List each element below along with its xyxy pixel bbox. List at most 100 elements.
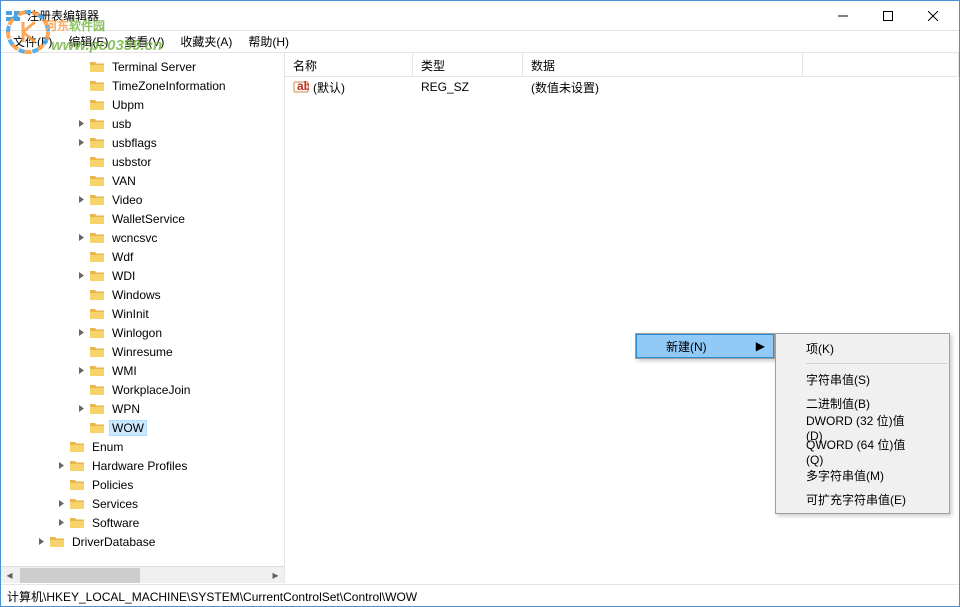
tree-item[interactable]: Winresume (1, 342, 284, 361)
folder-icon (69, 440, 85, 454)
scroll-thumb[interactable] (20, 568, 140, 583)
folder-icon (89, 212, 105, 226)
tree-item-label: WPN (109, 401, 143, 417)
expand-icon[interactable] (55, 498, 67, 510)
status-path: 计算机\HKEY_LOCAL_MACHINE\SYSTEM\CurrentCon… (7, 590, 417, 604)
tree-item[interactable]: Enum (1, 437, 284, 456)
menu-edit[interactable]: 编辑(E) (60, 31, 116, 52)
list-header: 名称 类型 数据 (285, 53, 959, 77)
folder-icon (89, 117, 105, 131)
ctx-key[interactable]: 项(K) (776, 336, 949, 360)
tree-item-label: usbstor (109, 154, 154, 170)
ctx-qword[interactable]: QWORD (64 位)值(Q) (776, 439, 949, 463)
value-type: REG_SZ (413, 78, 523, 96)
tree-item[interactable]: WinInit (1, 304, 284, 323)
tree-item-label: Ubpm (109, 97, 147, 113)
folder-icon (89, 402, 105, 416)
tree-item-label: WalletService (109, 211, 188, 227)
ctx-new[interactable]: 新建(N) ▶ (636, 334, 774, 358)
main-area: Terminal ServerTimeZoneInformationUbpmus… (1, 53, 959, 583)
tree-hscrollbar[interactable]: ◂ ▸ (1, 566, 284, 583)
menu-help[interactable]: 帮助(H) (240, 31, 297, 52)
tree-item[interactable]: Terminal Server (1, 57, 284, 76)
tree-item[interactable]: WorkplaceJoin (1, 380, 284, 399)
ctx-string[interactable]: 字符串值(S) (776, 367, 949, 391)
tree-item[interactable]: WDI (1, 266, 284, 285)
folder-icon (89, 307, 105, 321)
tree-item[interactable]: usbflags (1, 133, 284, 152)
folder-icon (89, 231, 105, 245)
list-row[interactable]: ab (默认) REG_SZ (数值未设置) (285, 77, 959, 97)
expand-icon[interactable] (35, 536, 47, 548)
col-data[interactable]: 数据 (523, 53, 803, 76)
scroll-right-icon[interactable]: ▸ (267, 567, 284, 583)
expand-icon[interactable] (75, 232, 87, 244)
tree-item[interactable]: WalletService (1, 209, 284, 228)
tree-item[interactable]: Windows (1, 285, 284, 304)
tree-item[interactable]: Hardware Profiles (1, 456, 284, 475)
menu-favorites[interactable]: 收藏夹(A) (172, 31, 240, 52)
col-name[interactable]: 名称 (285, 53, 413, 76)
tree-item[interactable]: WPN (1, 399, 284, 418)
ctx-separator (806, 363, 947, 364)
tree-item[interactable]: WMI (1, 361, 284, 380)
tree-item-label: VAN (109, 173, 139, 189)
expand-icon[interactable] (75, 137, 87, 149)
expand-icon[interactable] (75, 327, 87, 339)
menubar: 文件(F) 编辑(E) 查看(V) 收藏夹(A) 帮助(H) (1, 31, 959, 53)
ctx-multi[interactable]: 多字符串值(M) (776, 463, 949, 487)
folder-icon (89, 421, 105, 435)
tree-item[interactable]: VAN (1, 171, 284, 190)
statusbar: 计算机\HKEY_LOCAL_MACHINE\SYSTEM\CurrentCon… (1, 584, 959, 606)
menu-view[interactable]: 查看(V) (116, 31, 172, 52)
expand-icon[interactable] (55, 517, 67, 529)
folder-icon (89, 364, 105, 378)
expand-icon[interactable] (75, 270, 87, 282)
tree-item-label: WinInit (109, 306, 152, 322)
folder-icon (69, 459, 85, 473)
folder-icon (69, 497, 85, 511)
expand-icon[interactable] (55, 460, 67, 472)
folder-icon (89, 136, 105, 150)
tree-item[interactable]: wcncsvc (1, 228, 284, 247)
tree-item[interactable]: TimeZoneInformation (1, 76, 284, 95)
minimize-button[interactable] (820, 2, 865, 30)
tree-item[interactable]: Winlogon (1, 323, 284, 342)
tree-item[interactable]: Wdf (1, 247, 284, 266)
maximize-button[interactable] (865, 2, 910, 30)
tree-item[interactable]: usbstor (1, 152, 284, 171)
tree-item-label: Video (109, 192, 145, 208)
tree-item-label: Software (89, 515, 142, 531)
tree-scroll[interactable]: Terminal ServerTimeZoneInformationUbpmus… (1, 53, 284, 565)
ctx-expand[interactable]: 可扩充字符串值(E) (776, 487, 949, 511)
tree-item-label: Policies (89, 477, 136, 493)
tree-item[interactable]: DriverDatabase (1, 532, 284, 551)
folder-icon (89, 269, 105, 283)
tree-item[interactable]: Software (1, 513, 284, 532)
list-panel: 名称 类型 数据 ab (默认) REG_SZ (数值未设置) 新建(N) ▶ (285, 53, 959, 583)
tree-item[interactable]: WOW (1, 418, 284, 437)
close-button[interactable] (910, 2, 955, 30)
list-body[interactable]: ab (默认) REG_SZ (数值未设置) (285, 77, 959, 97)
folder-icon (89, 174, 105, 188)
tree-item[interactable]: Policies (1, 475, 284, 494)
expand-icon[interactable] (75, 194, 87, 206)
tree-panel: Terminal ServerTimeZoneInformationUbpmus… (1, 53, 285, 583)
folder-icon (89, 345, 105, 359)
tree-item[interactable]: usb (1, 114, 284, 133)
tree-item-label: usbflags (109, 135, 160, 151)
tree-item[interactable]: Ubpm (1, 95, 284, 114)
menu-file[interactable]: 文件(F) (5, 31, 60, 52)
scroll-left-icon[interactable]: ◂ (1, 567, 18, 583)
folder-icon (89, 250, 105, 264)
expand-icon[interactable] (75, 403, 87, 415)
col-type[interactable]: 类型 (413, 53, 523, 76)
expand-icon[interactable] (75, 365, 87, 377)
tree-item-label: Enum (89, 439, 126, 455)
tree-item[interactable]: Services (1, 494, 284, 513)
folder-icon (89, 60, 105, 74)
tree-item[interactable]: Video (1, 190, 284, 209)
tree-item-label: wcncsvc (109, 230, 160, 246)
expand-icon[interactable] (75, 118, 87, 130)
folder-icon (89, 288, 105, 302)
